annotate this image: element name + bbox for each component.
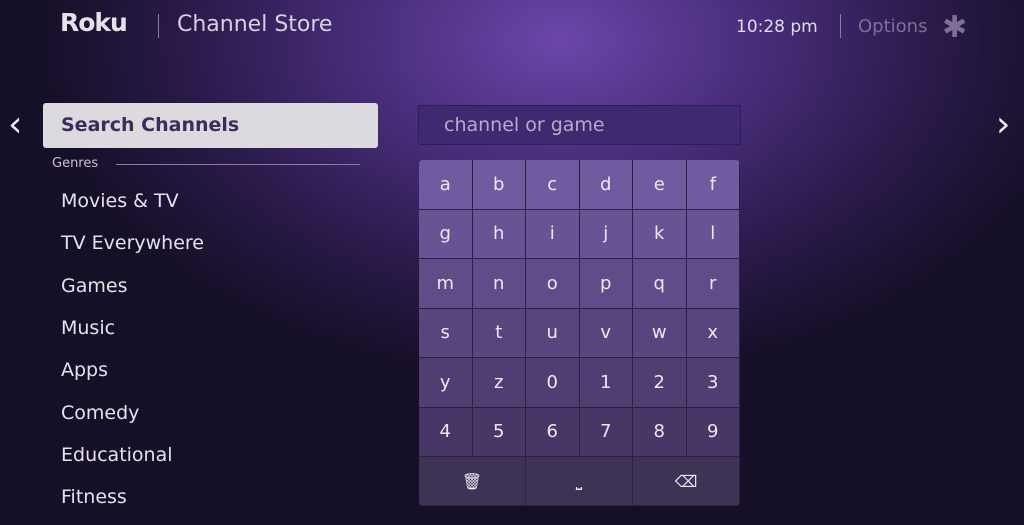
- genre-item[interactable]: Apps: [61, 359, 108, 381]
- genre-item[interactable]: Music: [61, 317, 115, 339]
- key-m[interactable]: m: [419, 259, 473, 309]
- key-1[interactable]: 1: [579, 358, 633, 408]
- key-i[interactable]: i: [526, 209, 580, 259]
- genre-item[interactable]: TV Everywhere: [61, 232, 204, 254]
- search-input[interactable]: channel or game: [418, 105, 741, 145]
- page-title: Channel Store: [177, 12, 333, 37]
- genres-heading: Genres: [52, 156, 99, 171]
- key-q[interactable]: q: [633, 259, 687, 309]
- search-channels-button[interactable]: Search Channels: [43, 103, 378, 148]
- key-a[interactable]: a: [419, 160, 473, 210]
- space-key[interactable]: ⎵: [526, 457, 633, 506]
- genre-item[interactable]: Educational: [61, 444, 173, 466]
- key-j[interactable]: j: [579, 209, 633, 259]
- key-r[interactable]: r: [686, 259, 740, 309]
- key-4[interactable]: 4: [419, 407, 473, 457]
- key-w[interactable]: w: [633, 308, 687, 358]
- genre-item[interactable]: Comedy: [61, 402, 139, 424]
- key-n[interactable]: n: [472, 259, 526, 309]
- key-d[interactable]: d: [579, 160, 633, 210]
- key-b[interactable]: b: [472, 160, 526, 210]
- key-c[interactable]: c: [526, 160, 580, 210]
- key-k[interactable]: k: [633, 209, 687, 259]
- header-divider: [840, 14, 841, 38]
- trash-icon: 🗑: [461, 471, 483, 491]
- backspace-icon: ⌫: [674, 471, 698, 491]
- key-6[interactable]: 6: [526, 407, 580, 457]
- key-z[interactable]: z: [472, 358, 526, 408]
- space-icon: ⎵: [575, 471, 583, 490]
- genre-item[interactable]: Games: [61, 275, 127, 297]
- options-button[interactable]: Options: [858, 16, 927, 37]
- on-screen-keyboard: a b c d e f g h i j k l m n o p q r s t u v w x y z 0 1 2 3 4 5 6 7 8 9 🗑 ⎵ ⌫: [419, 160, 740, 506]
- key-9[interactable]: 9: [686, 407, 740, 457]
- chevron-left-icon[interactable]: ‹: [8, 104, 22, 145]
- header-divider: [158, 14, 159, 38]
- clear-key[interactable]: 🗑: [419, 457, 526, 506]
- key-u[interactable]: u: [526, 308, 580, 358]
- key-o[interactable]: o: [526, 259, 580, 309]
- key-y[interactable]: y: [419, 358, 473, 408]
- roku-logo: Roku: [60, 8, 128, 37]
- chevron-right-icon[interactable]: ›: [996, 104, 1010, 145]
- key-0[interactable]: 0: [526, 358, 580, 408]
- key-l[interactable]: l: [686, 209, 740, 259]
- key-8[interactable]: 8: [633, 407, 687, 457]
- backspace-key[interactable]: ⌫: [633, 457, 740, 506]
- key-t[interactable]: t: [472, 308, 526, 358]
- key-f[interactable]: f: [686, 160, 740, 210]
- key-g[interactable]: g: [419, 209, 473, 259]
- genre-item[interactable]: Fitness: [61, 486, 127, 508]
- genre-item[interactable]: Movies & TV: [61, 190, 179, 212]
- clock: 10:28 pm: [736, 17, 818, 37]
- key-p[interactable]: p: [579, 259, 633, 309]
- asterisk-icon: ✱: [942, 10, 968, 45]
- key-e[interactable]: e: [633, 160, 687, 210]
- key-7[interactable]: 7: [579, 407, 633, 457]
- key-x[interactable]: x: [686, 308, 740, 358]
- key-s[interactable]: s: [419, 308, 473, 358]
- genres-divider: [116, 164, 360, 165]
- key-3[interactable]: 3: [686, 358, 740, 408]
- key-2[interactable]: 2: [633, 358, 687, 408]
- key-h[interactable]: h: [472, 209, 526, 259]
- key-5[interactable]: 5: [472, 407, 526, 457]
- key-v[interactable]: v: [579, 308, 633, 358]
